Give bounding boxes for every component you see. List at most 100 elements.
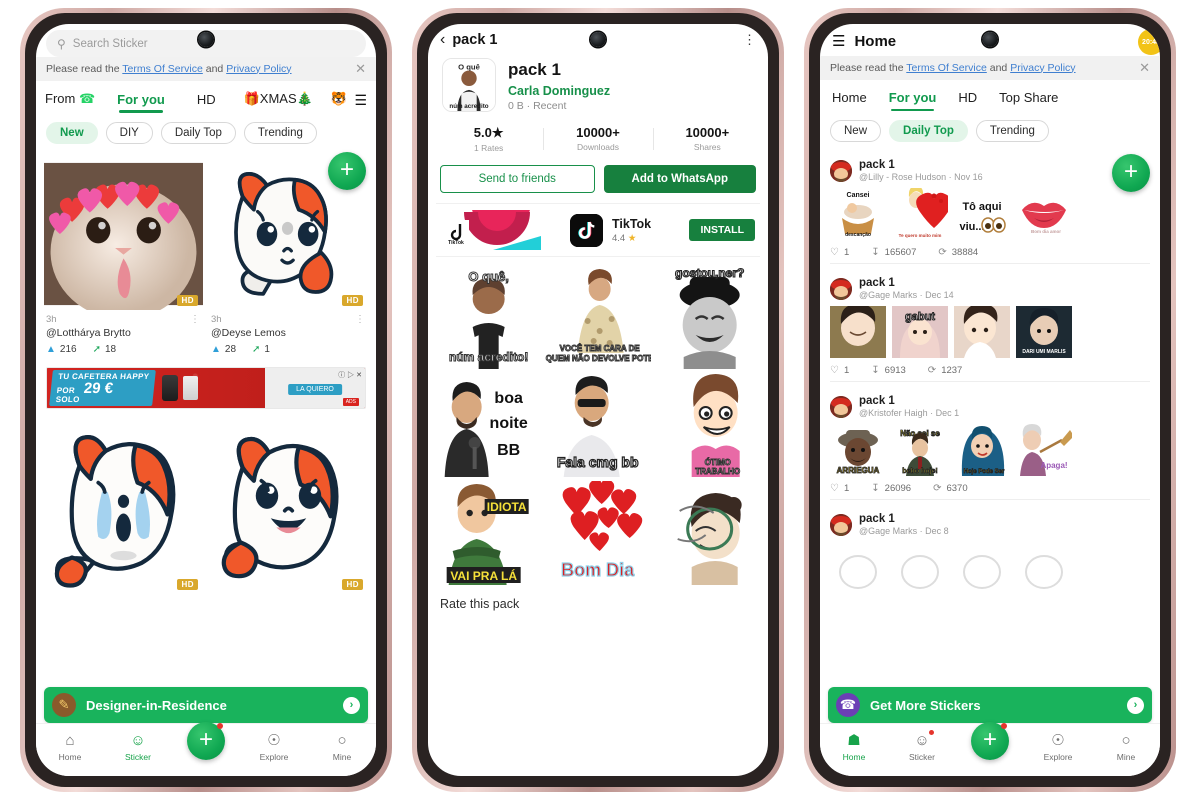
chip-new[interactable]: New [830,120,882,142]
tab-hd[interactable]: HD [958,86,977,111]
card-more-icon[interactable]: ⋮ [190,314,201,325]
share-stat[interactable]: ➚ 18 [93,344,117,355]
bottom-nav-explore[interactable]: ☉ Explore [240,731,308,762]
close-icon[interactable]: ✕ [355,62,366,75]
sticker-item[interactable]: Apaga! [1016,424,1072,476]
send-to-friends-button[interactable]: Send to friends [440,165,595,193]
sticker-item[interactable] [954,542,1010,594]
sticker-item[interactable]: Não sei se bebo hoje! [892,424,948,476]
add-to-whatsapp-button[interactable]: Add to WhatsApp [603,165,756,193]
like-stat[interactable]: ♡ 1 [830,483,849,494]
sticker-item[interactable] [1016,542,1072,594]
chip-daily-top[interactable]: Daily Top [160,122,236,144]
app-ad-card[interactable]: TikTok TikTok 4.4 ★ INSTALL [436,203,760,257]
sticker-thumbnail[interactable]: HD [44,158,203,310]
adchoices-icon[interactable]: ⓘ ▷ ✕ [338,370,362,380]
feed-item[interactable]: pack 1 @Kristofer Haigh · Dec 1 ARRIEGUA… [830,388,1150,506]
more-options-icon[interactable]: ⋮ [743,32,756,48]
tab-from[interactable]: From ☎ [45,87,95,113]
sticker-item[interactable] [654,481,760,585]
sticker-item[interactable] [830,306,886,358]
avatar[interactable] [830,159,852,182]
chip-new[interactable]: New [46,122,98,144]
chip-daily-top[interactable]: Daily Top [889,120,968,142]
sticker-item[interactable]: ARRIEGUA [830,424,886,476]
like-stat[interactable]: ♡ 1 [830,247,849,258]
tab-top-share[interactable]: Top Share [999,86,1058,111]
card-more-icon[interactable]: ⋮ [355,314,366,325]
download-stat[interactable]: ↧ 6913 [871,365,906,376]
get-more-stickers-promo[interactable]: ☎ Get More Stickers › [828,687,1152,723]
privacy-policy-link[interactable]: Privacy Policy [226,63,291,75]
tab-animals[interactable]: 🐯 & [331,87,349,113]
avatar[interactable] [830,513,852,536]
avatar[interactable] [830,277,852,300]
hamburger-icon[interactable]: ☰ [832,34,845,49]
chip-trending[interactable]: Trending [975,120,1049,142]
sticker-item[interactable]: Bom Dia [545,481,651,585]
rate-this-pack-label[interactable]: Rate this pack [428,585,768,611]
avatar[interactable] [830,395,852,418]
bottom-nav-sticker[interactable]: ☺ Sticker [104,731,172,762]
like-stat[interactable]: ♡ 1 [830,365,849,376]
tab-for-you[interactable]: For you [117,88,165,113]
sticker-item[interactable]: Fala cmg bb [545,373,651,477]
sticker-item[interactable]: gabut [892,306,948,358]
sticker-item[interactable]: O quê, núm acredito! [436,265,542,369]
create-fab-button[interactable]: + [1112,154,1150,192]
sticker-thumbnail[interactable]: HD [44,419,203,594]
sticker-item[interactable]: boa noite BB [436,373,542,477]
sticker-item[interactable]: Tô aqui viu... [954,188,1010,240]
create-fab-button[interactable]: + [328,152,366,190]
download-stat[interactable]: ↧ 26096 [871,483,911,494]
card-author[interactable]: @Deyse Lemos [209,325,368,341]
tab-home[interactable]: Home [832,86,867,111]
sticker-item[interactable]: Te quero muito mim [892,188,948,240]
bottom-nav-mine[interactable]: ○ Mine [1092,731,1160,762]
bottom-nav-mine[interactable]: ○ Mine [308,731,376,762]
feed-item[interactable]: pack 1 @Lilly - Rose Hudson · Nov 16 Can… [830,152,1150,270]
sticker-item[interactable]: Cansei descanção [830,188,886,240]
ad-cta-button[interactable]: LA QUIERO [288,384,342,395]
sticker-thumbnail[interactable]: HD [209,419,368,594]
designer-in-residence-promo[interactable]: ✎ Designer-in-Residence › [44,687,368,723]
create-button[interactable]: + [971,722,1009,760]
sticker-item[interactable]: Hoje Pode Ser [954,424,1010,476]
chevron-right-icon[interactable]: › [1127,696,1144,714]
tab-hd[interactable]: HD [197,88,216,113]
bottom-nav-home[interactable]: ☗ Home [820,731,888,762]
pack-author[interactable]: Carla Dominguez [508,84,754,98]
feed-item[interactable]: pack 1 @Gage Marks · Dec 8 [830,506,1150,600]
like-stat[interactable]: ▲ 28 [211,344,236,355]
create-button[interactable]: + [187,722,225,760]
share-stat[interactable]: ⟳ 6370 [933,483,968,494]
share-stat[interactable]: ⟳ 1237 [928,365,963,376]
bottom-nav-sticker[interactable]: ☺ Sticker [888,730,956,762]
chip-diy[interactable]: DIY [105,122,153,144]
sticker-item[interactable] [830,542,886,594]
sticker-item[interactable] [892,542,948,594]
sticker-card[interactable]: HD [209,419,368,594]
sticker-item[interactable] [954,306,1010,358]
feed-item[interactable]: pack 1 @Gage Marks · Dec 14 gabut DARI U… [830,270,1150,388]
tab-for-you[interactable]: For you [889,86,936,111]
sticker-item[interactable]: DARI UMI MARLIS [1016,306,1072,358]
back-icon[interactable]: ‹ [440,32,445,48]
sticker-item[interactable]: ÓTIMO TRABALHO [654,373,760,477]
install-button[interactable]: INSTALL [689,219,755,241]
ad-banner[interactable]: TU CAFETERA HAPPY POR SOLO 29 € ⓘ ▷ ✕ LA… [46,367,366,409]
terms-of-service-link[interactable]: Terms Of Service [122,63,203,75]
sticker-card[interactable]: HD 3h ⋮ @Lotthárya Brytto ▲ 216 ➚ 18 [44,158,203,355]
sticker-item[interactable]: Bom dia amor [1016,188,1072,240]
pack-cover-image[interactable]: O quê núm acredito [442,58,496,112]
share-stat[interactable]: ➚ 1 [252,344,270,355]
share-stat[interactable]: ⟳ 38884 [938,247,978,258]
close-icon[interactable]: ✕ [1139,61,1150,74]
like-stat[interactable]: ▲ 216 [46,344,77,355]
bottom-nav-home[interactable]: ⌂ Home [36,731,104,762]
chevron-right-icon[interactable]: › [343,696,360,714]
card-author[interactable]: @Lotthárya Brytto [44,325,203,341]
tab-xmas[interactable]: 🎁XMAS🎄 [244,87,313,113]
sticker-item[interactable]: IDIOTA VAI PRA LÁ [436,481,542,585]
sticker-item[interactable]: gostou,ner? [654,265,760,369]
